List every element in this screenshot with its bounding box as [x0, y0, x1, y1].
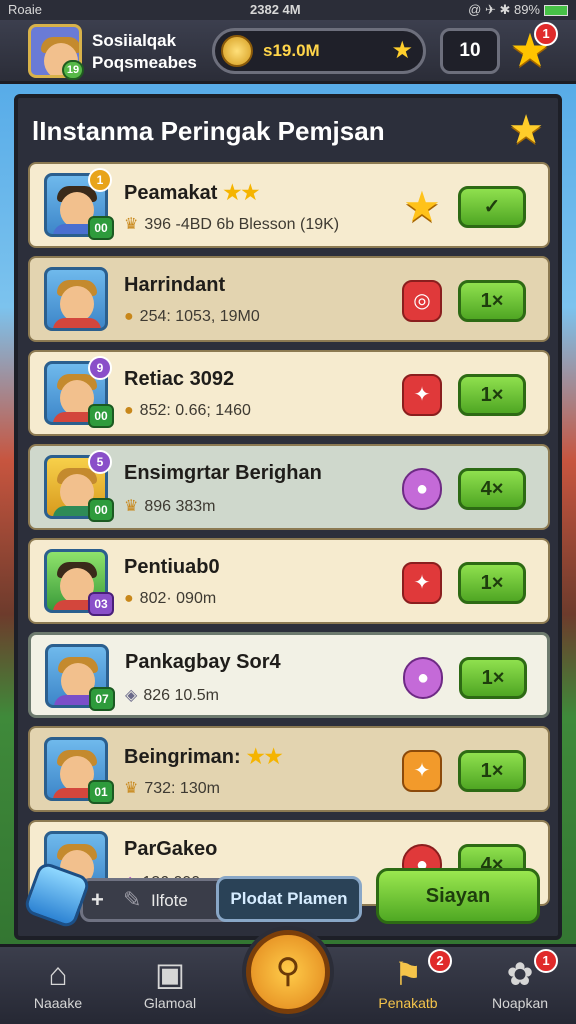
- panel-title: lInstanma Peringak Pemjsan: [32, 116, 385, 146]
- list-item[interactable]: 03 Pentiuab0 ● 802· 090m ✦ 1×: [28, 538, 550, 624]
- status-right: @ ✈ ✱ 89%: [468, 2, 568, 18]
- nav-badge: 2: [428, 949, 452, 973]
- star-icon: ★: [391, 37, 413, 64]
- app-title-line1: Sosiialqak: [92, 31, 177, 50]
- coin-value: s19.0M: [263, 41, 320, 60]
- trophy-icon: ♛: [124, 498, 139, 515]
- row-stars: ★★: [223, 182, 260, 204]
- leaderboard-panel: lInstanma Peringak Pemjsan ★ 1 00 Peamak…: [14, 94, 562, 940]
- shirt-shape: [53, 318, 101, 328]
- row-stats: ♛ 396 -4BD 6b Blesson (19K): [124, 216, 340, 233]
- secondary-button[interactable]: Plodat Plamen: [216, 876, 362, 922]
- app-title-line2: Poqsmeabes: [92, 53, 197, 72]
- row-stats: ♛ 896 383m: [124, 498, 216, 515]
- counter-box[interactable]: 10: [440, 28, 500, 74]
- player-list[interactable]: 1 00 Peamakat ★★ ♛ 396 -4BD 6b Blesson (19…: [28, 162, 550, 934]
- plus-icon[interactable]: +: [91, 887, 104, 913]
- face-shape: [60, 286, 94, 322]
- chest-icon: ▣: [154, 956, 186, 992]
- orange-item-icon: ✦: [402, 750, 442, 792]
- row-stats: ◈ 826 10.5m: [125, 687, 219, 704]
- row-stats: ♛ 732: 130m: [124, 780, 220, 797]
- list-item[interactable]: 1 00 Peamakat ★★ ♛ 396 -4BD 6b Blesson (19…: [28, 162, 550, 248]
- rank-badge: 1: [88, 168, 112, 192]
- row-action-button[interactable]: 1×: [458, 750, 526, 792]
- coin-balance[interactable]: s19.0M ★: [212, 28, 426, 74]
- level-badge: 03: [88, 592, 114, 616]
- row-avatar: [44, 267, 108, 331]
- app-title: Sosiialqak Poqsmeabes: [92, 30, 197, 74]
- player-level-badge: 19: [62, 60, 84, 80]
- level-badge: 00: [88, 404, 114, 428]
- rank-badge: 5: [88, 450, 112, 474]
- status-time: 2382 4M: [250, 2, 301, 17]
- level-badge: 01: [88, 780, 114, 804]
- level-badge: 00: [88, 216, 114, 240]
- pin-icon[interactable]: ✎: [123, 887, 141, 913]
- red-item-icon: ◎: [402, 280, 442, 322]
- row-action-button[interactable]: 1×: [458, 562, 526, 604]
- row-action-button[interactable]: 1×: [458, 374, 526, 416]
- row-name: Ensimgrtar Berighan: [124, 462, 322, 484]
- list-item[interactable]: 9 00 Retiac 3092 ● 852: 0.66; 1460 ✦ 1×: [28, 350, 550, 436]
- row-name: Peamakat ★★: [124, 182, 260, 204]
- coin-small-icon: ●: [124, 308, 134, 325]
- nav-label: Noapkan: [491, 995, 549, 1011]
- title-star-icon[interactable]: ★: [508, 108, 544, 152]
- row-name: Retiac 3092: [124, 368, 235, 390]
- star-reward-icon: ★: [403, 183, 441, 230]
- list-item[interactable]: 5 00 Ensimgrtar Berighan ♛ 896 383m ● 4×: [28, 444, 550, 530]
- level-badge: 00: [88, 498, 114, 522]
- level-badge: 07: [89, 687, 115, 711]
- red-item-icon: ✦: [402, 562, 442, 604]
- home-icon: ⌂: [48, 956, 68, 992]
- row-stats: ● 254: 1053, 19M0: [124, 308, 260, 325]
- row-name: Pentiuab0: [124, 556, 220, 578]
- row-stars: ★★: [246, 746, 283, 768]
- nav-badge: 1: [534, 949, 558, 973]
- purple-item-icon: ●: [403, 657, 443, 699]
- row-name: Pankagbay Sor4: [125, 651, 281, 673]
- row-name: ParGakeo: [124, 838, 218, 860]
- list-item[interactable]: 01 Beingriman: ★★ ♛ 732: 130m ✦ 1×: [28, 726, 550, 812]
- trophy-icon: ♛: [124, 216, 139, 233]
- coin-icon: [221, 35, 253, 67]
- row-action-button[interactable]: 1×: [459, 657, 527, 699]
- red-item-icon: ✦: [402, 374, 442, 416]
- center-action-button[interactable]: ⚲: [246, 930, 330, 1014]
- nav-label: Naaake: [33, 995, 83, 1011]
- nav-label: Penakatb: [378, 995, 438, 1011]
- row-name: Beingriman: ★★: [124, 746, 283, 768]
- nav-label: Glamoal: [143, 995, 197, 1011]
- row-action-button[interactable]: ✓: [458, 186, 526, 228]
- list-item[interactable]: Harrindant ● 254: 1053, 19M0 ◎ 1×: [28, 256, 550, 342]
- row-action-button[interactable]: 1×: [458, 280, 526, 322]
- battery-icon: [544, 5, 568, 17]
- coin-small-icon: ●: [124, 590, 134, 607]
- row-stats: ● 802· 090m: [124, 590, 217, 607]
- trophy-icon: ♛: [124, 780, 139, 797]
- rank-badge: 9: [88, 356, 112, 380]
- primary-button[interactable]: Siayan: [376, 868, 540, 924]
- blue-gem-icon[interactable]: [22, 860, 92, 930]
- row-name: Harrindant: [124, 274, 226, 296]
- tool-bar: + ✎ Ilfote Plodat Plamen: [22, 860, 364, 930]
- row-stats: ● 852: 0.66; 1460: [124, 402, 251, 419]
- shield-icon: ◈: [125, 687, 138, 704]
- top-bar: 19 Sosiialqak Poqsmeabes s19.0M ★ 10 ★ 1: [0, 20, 576, 84]
- tool-label: Ilfote: [151, 891, 188, 910]
- nav-item-home[interactable]: ⌂ Naaake: [10, 953, 106, 1024]
- key-icon: ⚲: [275, 952, 301, 990]
- list-item[interactable]: 07 Pankagbay Sor4 ◈ 826 10.5m ● 1×: [28, 632, 550, 718]
- coin-small-icon: ●: [124, 402, 134, 419]
- nav-item-chest[interactable]: ▣ Glamoal: [122, 953, 218, 1024]
- status-bar: Roaie 2382 4M @ ✈ ✱ 89%: [0, 0, 576, 20]
- notification-badge: 1: [534, 22, 558, 46]
- status-left: Roaie: [8, 2, 42, 17]
- row-action-button[interactable]: 4×: [458, 468, 526, 510]
- purple-item-icon: ●: [402, 468, 442, 510]
